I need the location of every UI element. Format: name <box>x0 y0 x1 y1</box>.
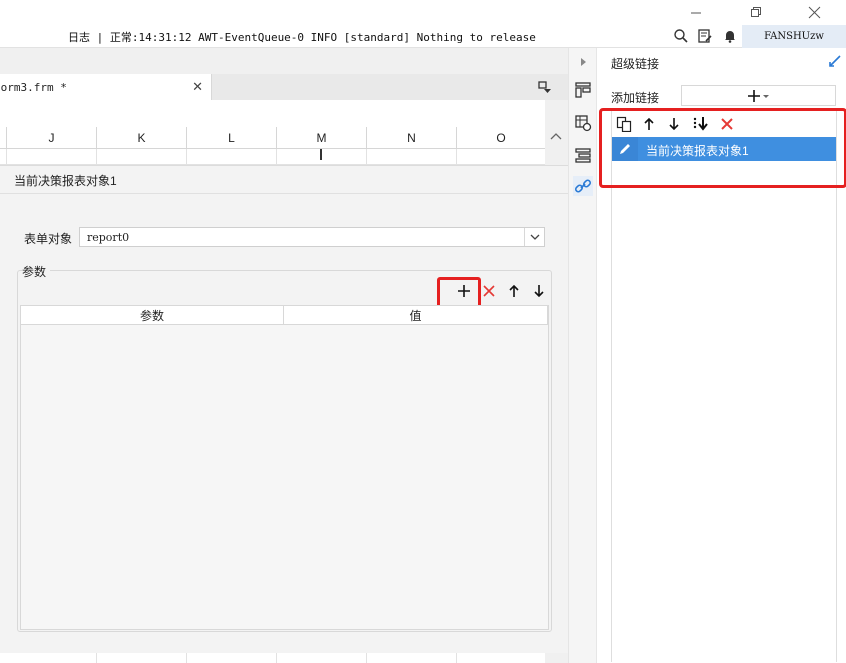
hyperlink-icon[interactable] <box>573 176 593 196</box>
restore-icon[interactable] <box>736 0 776 24</box>
link-list-highlight <box>599 108 846 188</box>
link-settings-dialog: 当前决策报表对象1 表单对象 report0 参数 参数 值 <box>0 165 568 653</box>
form-object-label: 表单对象 <box>24 232 73 246</box>
grid-row <box>0 149 545 165</box>
add-link-label: 添加链接 <box>611 91 660 105</box>
add-dropdown-icon <box>747 89 769 102</box>
divider <box>0 193 568 194</box>
side-icon-strip <box>568 48 596 663</box>
move-up-icon[interactable] <box>504 282 524 300</box>
column-header-l[interactable]: L <box>186 127 276 149</box>
panel-title: 超级链接 <box>611 57 660 71</box>
column-header-o[interactable]: O <box>456 127 545 149</box>
window-title-bar <box>0 0 846 24</box>
collapse-right-icon[interactable] <box>573 52 593 72</box>
tab-label: Form3.frm * <box>0 81 67 94</box>
tab-strip: Form3.frm * ✕ <box>0 74 568 100</box>
column-value[interactable]: 值 <box>284 306 548 325</box>
minimize-icon[interactable] <box>676 0 716 24</box>
user-account-button[interactable]: FANSHUzw <box>742 25 846 48</box>
column-header-m[interactable]: M <box>276 127 366 149</box>
params-table[interactable]: 参数 值 <box>20 305 549 630</box>
params-table-header: 参数 值 <box>21 306 548 325</box>
data-settings-icon[interactable] <box>573 145 593 165</box>
link-list <box>611 108 837 662</box>
column-header-row: J K L M N O <box>0 127 545 149</box>
cursor-marker <box>320 149 322 160</box>
params-group-label: 参数 <box>22 263 51 280</box>
chevron-down-icon[interactable] <box>524 228 544 246</box>
bell-icon[interactable] <box>722 28 738 44</box>
tab-menu-icon[interactable] <box>538 80 552 94</box>
expand-icon[interactable] <box>828 54 842 68</box>
edit-note-icon[interactable] <box>697 28 713 44</box>
column-header-k[interactable]: K <box>96 127 186 149</box>
column-header-j[interactable]: J <box>6 127 96 149</box>
form-object-select[interactable]: report0 <box>79 227 545 247</box>
status-log-text: 日志 | 正常:14:31:12 AWT-EventQueue-0 INFO [… <box>68 31 536 44</box>
column-header-n[interactable]: N <box>366 127 456 149</box>
layout-icon[interactable] <box>573 80 593 100</box>
form-object-value: report0 <box>87 231 130 244</box>
scroll-up-icon[interactable] <box>550 131 562 141</box>
close-window-icon[interactable] <box>794 0 834 24</box>
search-icon[interactable] <box>673 28 689 44</box>
close-tab-icon[interactable]: ✕ <box>192 79 203 95</box>
add-link-button[interactable] <box>681 85 836 106</box>
tab-form3[interactable]: Form3.frm * ✕ <box>0 74 212 100</box>
delete-param-icon[interactable] <box>479 282 499 300</box>
move-down-icon[interactable] <box>529 282 549 300</box>
widget-settings-icon[interactable] <box>573 113 593 133</box>
hyperlink-panel: 超级链接 添加链接 当前决策报表对象1 <box>596 48 846 663</box>
column-param[interactable]: 参数 <box>21 306 284 325</box>
status-bar: 日志 | 正常:14:31:12 AWT-EventQueue-0 INFO [… <box>0 24 846 48</box>
dialog-title: 当前决策报表对象1 <box>14 174 117 188</box>
